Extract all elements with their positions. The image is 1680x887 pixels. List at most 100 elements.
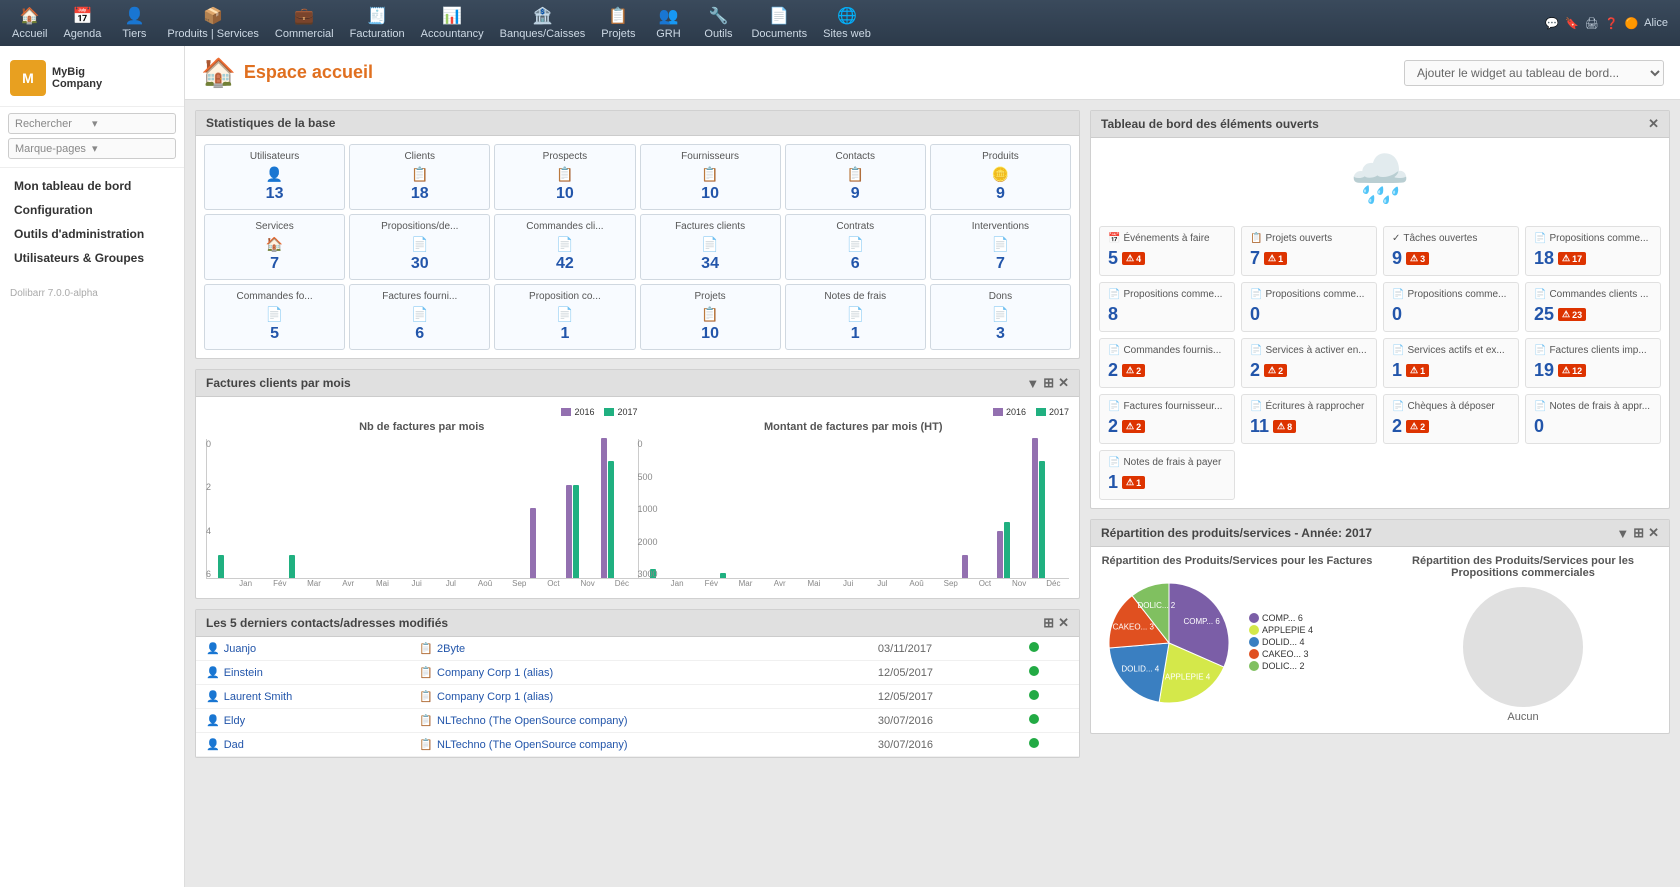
- stat-card[interactable]: Factures clients 📄 34: [640, 214, 781, 280]
- stat-card[interactable]: Fournisseurs 📋 10: [640, 144, 781, 210]
- close-icon[interactable]: ✕: [1058, 375, 1069, 391]
- nav-sitesweb[interactable]: 🌐 Sites web: [815, 1, 879, 45]
- card-icon: ✓: [1392, 233, 1400, 244]
- dashboard-card[interactable]: 📄 Commandes fournis... 2 2: [1099, 338, 1235, 388]
- status-dot: [1029, 714, 1039, 724]
- nav-commercial[interactable]: 💼 Commercial: [267, 1, 342, 45]
- filter-icon[interactable]: ▼: [1616, 526, 1629, 541]
- alert-badge: 1: [1264, 252, 1287, 265]
- grid-icon[interactable]: ⊞: [1043, 375, 1054, 391]
- stat-card[interactable]: Prospects 📋 10: [494, 144, 635, 210]
- card-title: Factures fournisseur...: [1123, 401, 1222, 412]
- nav-agenda[interactable]: 📅 Agenda: [55, 1, 109, 45]
- contact-company-link[interactable]: NLTechno (The OpenSource company): [437, 715, 628, 727]
- close-icon[interactable]: ✕: [1058, 615, 1069, 631]
- contact-name-link[interactable]: Juanjo: [224, 643, 256, 655]
- card-value: 19: [1534, 360, 1554, 381]
- stat-card[interactable]: Clients 📋 18: [349, 144, 490, 210]
- stat-card[interactable]: Commandes cli... 📄 42: [494, 214, 635, 280]
- stat-card[interactable]: Commandes fo... 📄 5: [204, 284, 345, 350]
- stat-card[interactable]: Projets 📋 10: [640, 284, 781, 350]
- help-icon[interactable]: ❓: [1605, 17, 1619, 30]
- stat-card[interactable]: Interventions 📄 7: [930, 214, 1071, 280]
- contact-company-link[interactable]: NLTechno (The OpenSource company): [437, 739, 628, 751]
- nav-banques[interactable]: 🏦 Banques/Caisses: [492, 1, 594, 45]
- nav-user-area: 💬 🔖 🖨 ❓ 🟠 Alice: [1545, 17, 1676, 30]
- stat-card[interactable]: Notes de frais 📄 1: [785, 284, 926, 350]
- card-value: 2: [1250, 360, 1260, 381]
- print-icon[interactable]: 🖨: [1585, 17, 1599, 30]
- bar-group: [713, 573, 745, 578]
- dashboard-card[interactable]: 📄 Factures clients imp... 19 12: [1525, 338, 1661, 388]
- dashboard-card[interactable]: 📄 Chèques à déposer 2 2: [1383, 394, 1519, 444]
- bookmarks-bar[interactable]: Marque-pages ▾: [8, 138, 176, 159]
- bookmark-icon[interactable]: 🔖: [1565, 17, 1579, 30]
- status-dot: [1029, 666, 1039, 676]
- filter-icon[interactable]: ▼: [1026, 376, 1039, 391]
- pie-label: CAKEO... 3: [1113, 622, 1155, 631]
- dashboard-card[interactable]: 📄 Notes de frais à appr... 0: [1525, 394, 1661, 444]
- stat-card[interactable]: Produits 🪙 9: [930, 144, 1071, 210]
- dashboard-card[interactable]: 📄 Services à activer en... 2 2: [1241, 338, 1377, 388]
- pie-grid: Répartition des Produits/Services pour l…: [1099, 555, 1661, 725]
- sidebar-item-admin[interactable]: Outils d'administration: [0, 222, 184, 246]
- dashboard-card[interactable]: 📄 Commandes clients ... 25 23: [1525, 282, 1661, 332]
- card-value: 2: [1392, 416, 1402, 437]
- chat-icon[interactable]: 💬: [1545, 17, 1559, 30]
- stat-card[interactable]: Utilisateurs 👤 13: [204, 144, 345, 210]
- search-bar[interactable]: Rechercher ▾: [8, 113, 176, 134]
- close-icon[interactable]: ✕: [1648, 525, 1659, 541]
- bar-2016: [566, 485, 572, 578]
- dashboard-card[interactable]: 📄 Factures fournisseur... 2 2: [1099, 394, 1235, 444]
- add-widget-select[interactable]: Ajouter le widget au tableau de bord...: [1404, 60, 1664, 86]
- stat-card[interactable]: Contacts 📋 9: [785, 144, 926, 210]
- card-icon: 📄: [1534, 233, 1546, 244]
- dashboard-card[interactable]: ✓ Tâches ouvertes 9 3: [1383, 226, 1519, 276]
- legend-item: DOLID... 4: [1249, 637, 1313, 647]
- nav-tiers[interactable]: 👤 Tiers: [109, 1, 159, 45]
- count-bars: [206, 439, 638, 579]
- stat-card[interactable]: Services 🏠 7: [204, 214, 345, 280]
- close-icon[interactable]: ✕: [1648, 116, 1659, 132]
- dashboard-card[interactable]: 📄 Notes de frais à payer 1 1: [1099, 450, 1235, 500]
- nav-accountancy[interactable]: 📊 Accountancy: [413, 1, 492, 45]
- contact-name-link[interactable]: Einstein: [224, 667, 263, 679]
- pie-label: APPLEPIE 4: [1165, 672, 1211, 681]
- contact-name-link[interactable]: Dad: [224, 739, 244, 751]
- nav-documents[interactable]: 📄 Documents: [743, 1, 815, 45]
- grid-icon[interactable]: ⊞: [1043, 615, 1054, 631]
- contact-name-link[interactable]: Laurent Smith: [224, 691, 292, 703]
- dashboard-card[interactable]: 📅 Événements à faire 5 4: [1099, 226, 1235, 276]
- nav-grh[interactable]: 👥 GRH: [643, 1, 693, 45]
- sidebar-item-config[interactable]: Configuration: [0, 198, 184, 222]
- contact-company-link[interactable]: 2Byte: [437, 643, 465, 655]
- sidebar-item-users[interactable]: Utilisateurs & Groupes: [0, 246, 184, 270]
- dashboard-card[interactable]: 📄 Propositions comme... 8: [1099, 282, 1235, 332]
- nav-outils[interactable]: 🔧 Outils: [693, 1, 743, 45]
- bar-2016: [962, 555, 968, 578]
- dashboard-card[interactable]: 📋 Projets ouverts 7 1: [1241, 226, 1377, 276]
- nav-produits[interactable]: 📦 Produits | Services: [159, 1, 267, 45]
- dashboard-card[interactable]: 📄 Services actifs et ex... 1 1: [1383, 338, 1519, 388]
- contact-company-link[interactable]: Company Corp 1 (alias): [437, 691, 553, 703]
- nav-projets[interactable]: 📋 Projets: [593, 1, 643, 45]
- dashboard-card[interactable]: 📄 Propositions comme... 0: [1383, 282, 1519, 332]
- sidebar-item-dashboard[interactable]: Mon tableau de bord: [0, 174, 184, 198]
- nav-accueil[interactable]: 🏠 Accueil: [4, 1, 55, 45]
- card-icon: 📄: [1108, 457, 1120, 468]
- card-icon: 📄: [1534, 345, 1546, 356]
- grid-icon[interactable]: ⊞: [1633, 525, 1644, 541]
- stat-card[interactable]: Proposition co... 📄 1: [494, 284, 635, 350]
- bar-2017: [218, 555, 224, 578]
- dashboard-card[interactable]: 📄 Propositions comme... 0: [1241, 282, 1377, 332]
- dashboard-card[interactable]: 📄 Écritures à rapprocher 11 8: [1241, 394, 1377, 444]
- stat-card[interactable]: Propositions/de... 📄 30: [349, 214, 490, 280]
- contact-company-link[interactable]: Company Corp 1 (alias): [437, 667, 553, 679]
- stat-card[interactable]: Factures fourni... 📄 6: [349, 284, 490, 350]
- stat-card[interactable]: Dons 📄 3: [930, 284, 1071, 350]
- alert-badge: 4: [1122, 252, 1145, 265]
- nav-facturation[interactable]: 🧾 Facturation: [342, 1, 413, 45]
- stat-card[interactable]: Contrats 📄 6: [785, 214, 926, 280]
- contact-name-link[interactable]: Eldy: [224, 715, 245, 727]
- dashboard-card[interactable]: 📄 Propositions comme... 18 17: [1525, 226, 1661, 276]
